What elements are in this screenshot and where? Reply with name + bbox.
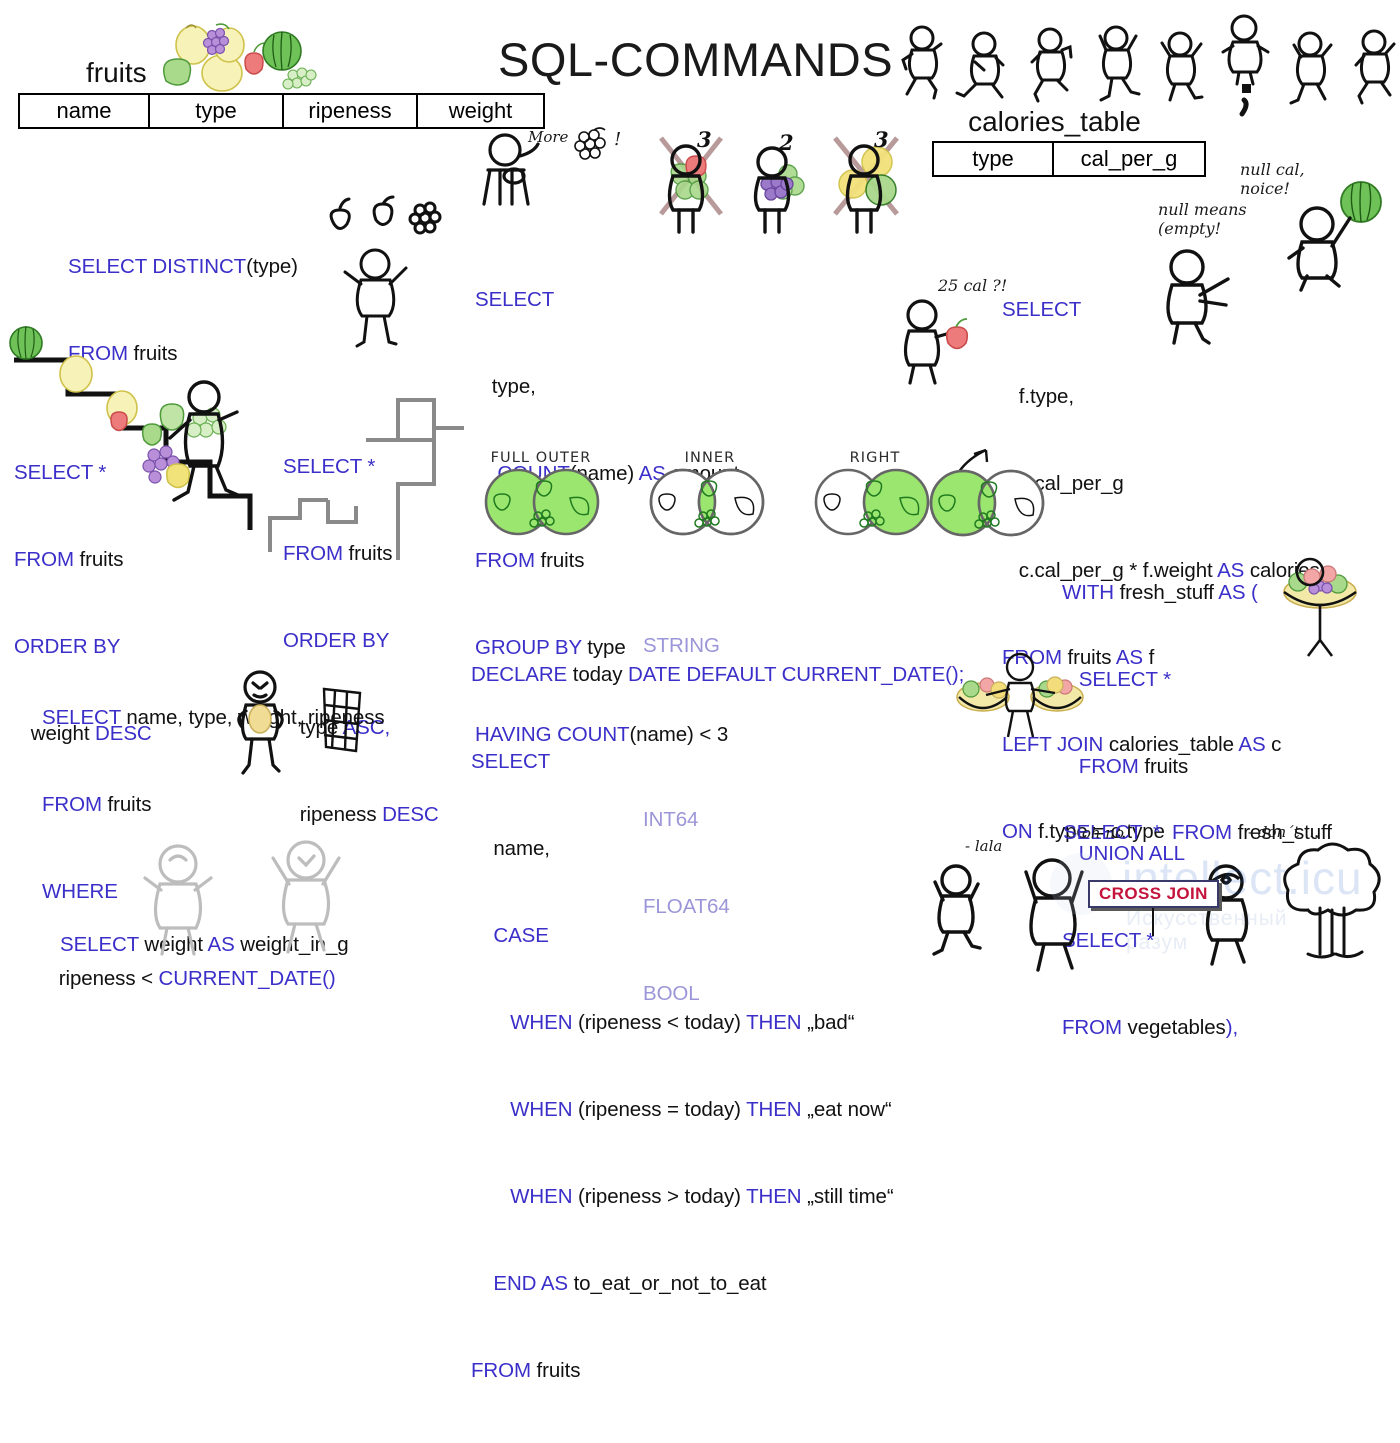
- annotation-cal-question: 25 cal ?!: [938, 276, 1008, 295]
- query-declare-case: DECLARE today DATE DEFAULT CURRENT_DATE(…: [471, 602, 964, 1443]
- cross-join-sign[interactable]: CROSS JOIN: [1088, 880, 1219, 908]
- count-label: 3: [697, 127, 712, 152]
- venn-label: INNER: [684, 450, 736, 466]
- table-row: name type ripeness weight: [18, 93, 545, 129]
- sql-line: SELECT: [471, 750, 551, 773]
- fruit-pile-icon: [163, 23, 317, 92]
- cross-join-sign-group: CROSS JOIN: [1088, 880, 1219, 936]
- column-header: type: [148, 93, 284, 129]
- calories-schema-table: type cal_per_g: [932, 141, 1206, 177]
- venn-svg: [484, 468, 600, 536]
- column-header: name: [18, 93, 150, 129]
- grey-twin-figures-icon: [143, 840, 341, 956]
- sql-line: FROM fruits: [42, 793, 152, 816]
- sql-line: FROM fruits: [475, 549, 585, 572]
- sql-line: FROM fruits: [471, 1359, 581, 1382]
- sql-line: WHEN (ripeness = today) THEN „eat now“: [471, 1098, 892, 1121]
- grey-staircase-icon: [268, 398, 464, 560]
- calories-table-group: calories_table type cal_per_g: [932, 106, 1206, 177]
- venn-full-outer: FULL OUTER: [470, 450, 620, 536]
- column-header: ripeness: [282, 93, 418, 129]
- annotation-more-grapes: More: [528, 128, 569, 146]
- sql-line: FROM fruits: [14, 548, 124, 571]
- venn-inner: INNER: [635, 450, 785, 536]
- calories-table-title: calories_table: [968, 106, 1141, 137]
- column-header: type: [932, 141, 1054, 177]
- sign-post: [1152, 908, 1155, 936]
- column-header: weight: [416, 93, 545, 129]
- count-label: 2: [779, 130, 794, 155]
- watermelon-figure-icon: [1287, 181, 1382, 292]
- sql-line: WHEN (ripeness > today) THEN „still time…: [471, 1185, 894, 1208]
- sql-line: FROM vegetables),: [1062, 1016, 1239, 1039]
- semicolon-dot: [1242, 84, 1251, 93]
- angry-figure-trash-icon: [237, 670, 362, 775]
- fruits-table-group: fruits name type ripeness weight: [18, 23, 545, 129]
- cross-join-label: CROSS JOIN: [1099, 884, 1208, 903]
- fruit-staircase-icon: [9, 325, 253, 530]
- table-row: type cal_per_g: [932, 141, 1206, 177]
- annotation-more-grapes-suffix: !: [614, 129, 622, 150]
- sql-line: WHEN (ripeness < today) THEN „bad“: [471, 1011, 855, 1034]
- sql-line: END AS to_eat_or_not_to_eat: [471, 1272, 767, 1295]
- semicolon-tail: [1239, 97, 1249, 117]
- venn-svg: [649, 468, 765, 536]
- sql-line: name,: [471, 837, 550, 860]
- page-title: SQL-COMMANDS: [498, 33, 894, 86]
- venn-left: [915, 450, 1065, 537]
- sql-line: WITH fresh_stuff AS (: [1062, 581, 1258, 604]
- sql-line: DECLARE today DATE DEFAULT CURRENT_DATE(…: [471, 663, 965, 686]
- fruits-schema-table: name type ripeness weight: [18, 93, 545, 129]
- venn-label: FULL OUTER: [490, 450, 592, 466]
- apple-holder-figure-icon: [903, 299, 969, 385]
- stick-figures-row-icon: [901, 14, 1396, 117]
- grape-bunch-icon: [574, 127, 606, 160]
- sql-line: SELECT *: [1062, 668, 1172, 691]
- column-header: cal_per_g: [1052, 141, 1206, 177]
- basket-figure-right-icon: [1283, 557, 1357, 657]
- infographic-canvas: SQL-COMMANDS fruits name type ripeness w…: [0, 0, 1400, 1382]
- fruits-table-title: fruits: [86, 57, 147, 88]
- sql-line: CASE: [471, 924, 549, 947]
- pointing-figure-icon: [1166, 249, 1230, 345]
- sql-line: f.type,: [1002, 385, 1074, 408]
- annotation-null-means-empty: null means (empty!: [1158, 200, 1247, 238]
- sql-line: type,: [475, 375, 536, 398]
- venn-label: [915, 450, 1065, 467]
- count-label: 3: [874, 127, 889, 152]
- sql-line: SELECT: [475, 288, 555, 311]
- apple-grape-figure-icon: [329, 195, 442, 348]
- venn-svg: [929, 469, 1045, 537]
- basket-figure-left-icon: [956, 652, 1084, 738]
- sql-line: SELECT DISTINCT(type): [68, 255, 298, 278]
